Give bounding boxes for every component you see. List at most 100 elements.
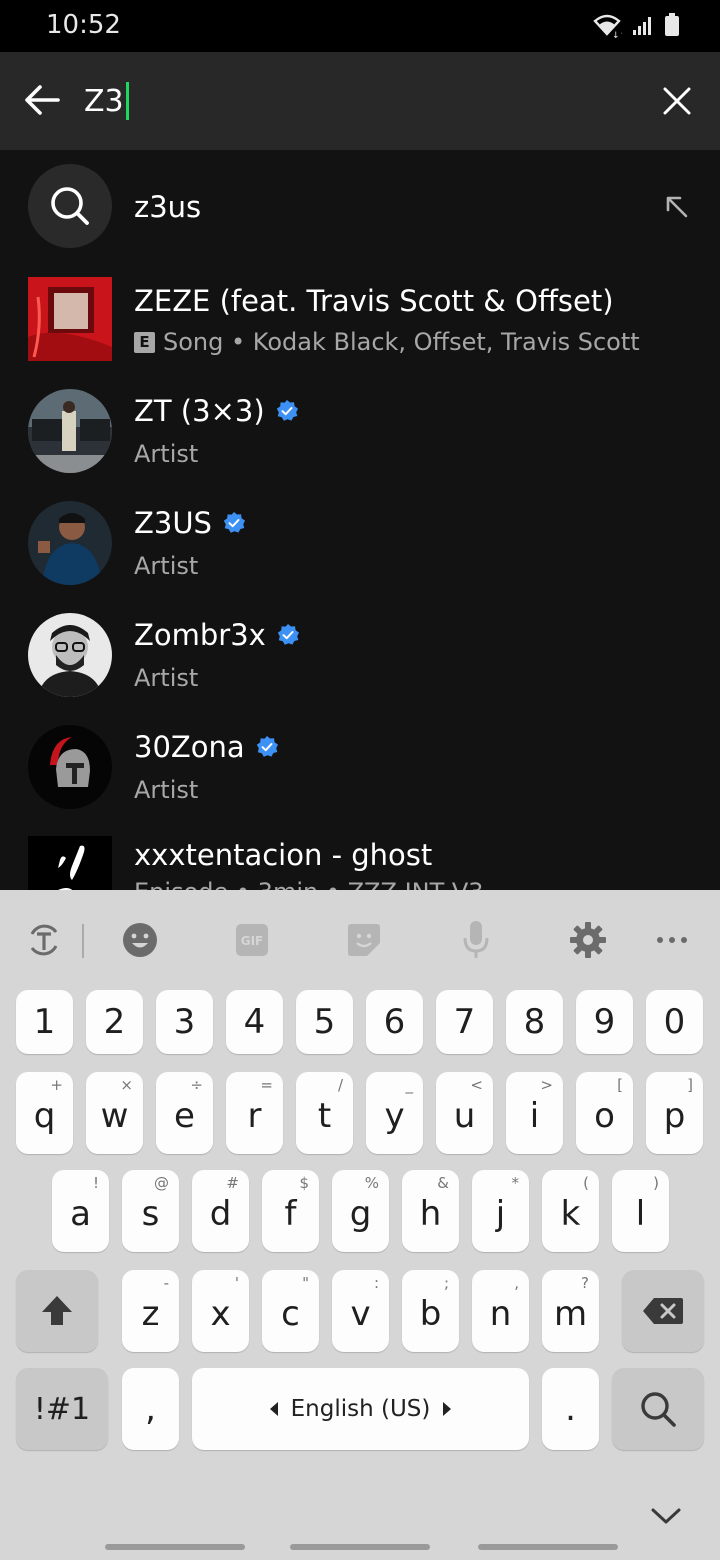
arrow-left-icon	[25, 85, 60, 115]
list-item[interactable]: ZT (3×3) Artist	[0, 376, 720, 488]
key-g[interactable]: % g	[332, 1170, 389, 1252]
text-translate-icon[interactable]	[24, 920, 64, 960]
search-key[interactable]	[612, 1368, 704, 1450]
key-k[interactable]: (k	[542, 1170, 599, 1252]
result-title: 30Zona	[134, 730, 279, 764]
nav-home-bar[interactable]	[290, 1544, 430, 1550]
list-item[interactable]: xxxtentacion - ghost Episode • 3min • ZZ…	[0, 824, 720, 890]
key-y[interactable]: _ y	[366, 1072, 423, 1154]
key-a[interactable]: ! a	[52, 1170, 109, 1252]
list-item[interactable]: Z3US Artist	[0, 488, 720, 600]
key-label: i	[529, 1096, 540, 1136]
key-f[interactable]: $ f	[262, 1170, 319, 1252]
key-hint: ;	[443, 1274, 449, 1292]
search-suggestion[interactable]: z3us	[0, 150, 720, 262]
key-6[interactable]: 6	[366, 990, 423, 1054]
key-label: n	[489, 1294, 512, 1334]
chevron-down-icon[interactable]	[650, 1506, 682, 1526]
key-4[interactable]: 4	[226, 990, 283, 1054]
status-icons: ↓↑	[592, 12, 680, 38]
key-x[interactable]: ' x	[192, 1270, 249, 1352]
sticker-icon[interactable]	[344, 920, 384, 960]
key-2[interactable]: 2	[86, 990, 143, 1054]
key-c[interactable]: " c	[262, 1270, 319, 1352]
key-label: a	[70, 1194, 91, 1234]
key-0[interactable]: 0	[646, 990, 703, 1054]
backspace-icon	[643, 1298, 683, 1324]
key-hint: ,	[514, 1274, 519, 1292]
key-v[interactable]: :v	[332, 1270, 389, 1352]
comma-key[interactable]: ,	[122, 1368, 179, 1450]
key-hint: $	[299, 1174, 309, 1192]
search-query: Z3	[84, 83, 124, 119]
key-hint: =	[260, 1076, 273, 1094]
key-hint: (	[583, 1174, 589, 1192]
artist-avatar	[28, 613, 112, 697]
list-item[interactable]: ZEZE (feat. Travis Scott & Offset) E Son…	[0, 264, 720, 376]
result-title: Zombr3x	[134, 618, 300, 652]
period-key[interactable]: .	[542, 1368, 599, 1450]
language-label: English (US)	[290, 1396, 431, 1422]
key-i[interactable]: > i	[506, 1072, 563, 1154]
key-label: k	[560, 1194, 581, 1234]
key-w[interactable]: × w	[86, 1072, 143, 1154]
key-s[interactable]: @ s	[122, 1170, 179, 1252]
search-icon	[51, 187, 89, 225]
key-hint: /	[337, 1076, 343, 1094]
key-3[interactable]: 3	[156, 990, 213, 1054]
clear-button[interactable]	[660, 84, 694, 118]
key-j[interactable]: * j	[472, 1170, 529, 1252]
key-o[interactable]: [o	[576, 1072, 633, 1154]
shift-key[interactable]	[16, 1270, 98, 1352]
key-hint: :	[373, 1274, 379, 1292]
key-1[interactable]: 1	[16, 990, 73, 1054]
key-r[interactable]: = r	[226, 1072, 283, 1154]
key-h[interactable]: & h	[402, 1170, 459, 1252]
result-subtitle-text: Song • Kodak Black, Offset, Travis Scott	[163, 328, 640, 356]
back-button[interactable]	[20, 78, 64, 122]
status-time: 10:52	[46, 10, 121, 40]
key-t[interactable]: / t	[296, 1072, 353, 1154]
key-hint: )	[653, 1174, 659, 1192]
more-options-icon[interactable]	[652, 920, 692, 960]
gear-icon[interactable]	[568, 920, 608, 960]
microphone-icon[interactable]	[456, 920, 496, 960]
key-e[interactable]: ÷ e	[156, 1072, 213, 1154]
result-title-text: Zombr3x	[134, 618, 266, 652]
key-z[interactable]: -z	[122, 1270, 179, 1352]
key-b[interactable]: ; b	[402, 1270, 459, 1352]
key-m[interactable]: ? m	[542, 1270, 599, 1352]
key-label: s	[141, 1194, 160, 1234]
key-d[interactable]: # d	[192, 1170, 249, 1252]
key-hint: ]	[687, 1076, 693, 1094]
verified-badge-icon	[276, 400, 298, 421]
key-5[interactable]: 5	[296, 990, 353, 1054]
key-7[interactable]: 7	[436, 990, 493, 1054]
key-p[interactable]: ] p	[646, 1072, 703, 1154]
space-key-label: English (US)	[269, 1396, 453, 1422]
emoji-icon[interactable]	[120, 920, 160, 960]
gif-icon[interactable]: GIF	[232, 920, 272, 960]
key-label: b	[419, 1294, 442, 1334]
search-input[interactable]: Z3	[84, 80, 624, 122]
key-9[interactable]: 9	[576, 990, 633, 1054]
key-hint: '	[234, 1274, 239, 1292]
key-hint: !	[92, 1174, 99, 1192]
key-q[interactable]: + q	[16, 1072, 73, 1154]
list-item[interactable]: 30Zona Artist	[0, 712, 720, 824]
symbols-key[interactable]: !#1	[16, 1368, 108, 1450]
key-l[interactable]: ) l	[612, 1170, 669, 1252]
space-key[interactable]: English (US)	[192, 1368, 529, 1450]
key-label: g	[349, 1194, 372, 1234]
key-hint: [	[617, 1076, 623, 1094]
key-8[interactable]: 8	[506, 990, 563, 1054]
arrow-up-left-icon[interactable]	[664, 194, 690, 220]
key-hint: ÷	[190, 1076, 203, 1094]
nav-back-bar[interactable]	[478, 1544, 618, 1550]
key-label: r	[247, 1096, 262, 1136]
key-u[interactable]: < u	[436, 1072, 493, 1154]
backspace-key[interactable]	[622, 1270, 704, 1352]
key-n[interactable]: ,n	[472, 1270, 529, 1352]
nav-recents-bar[interactable]	[105, 1544, 245, 1550]
list-item[interactable]: Zombr3x Artist	[0, 600, 720, 712]
